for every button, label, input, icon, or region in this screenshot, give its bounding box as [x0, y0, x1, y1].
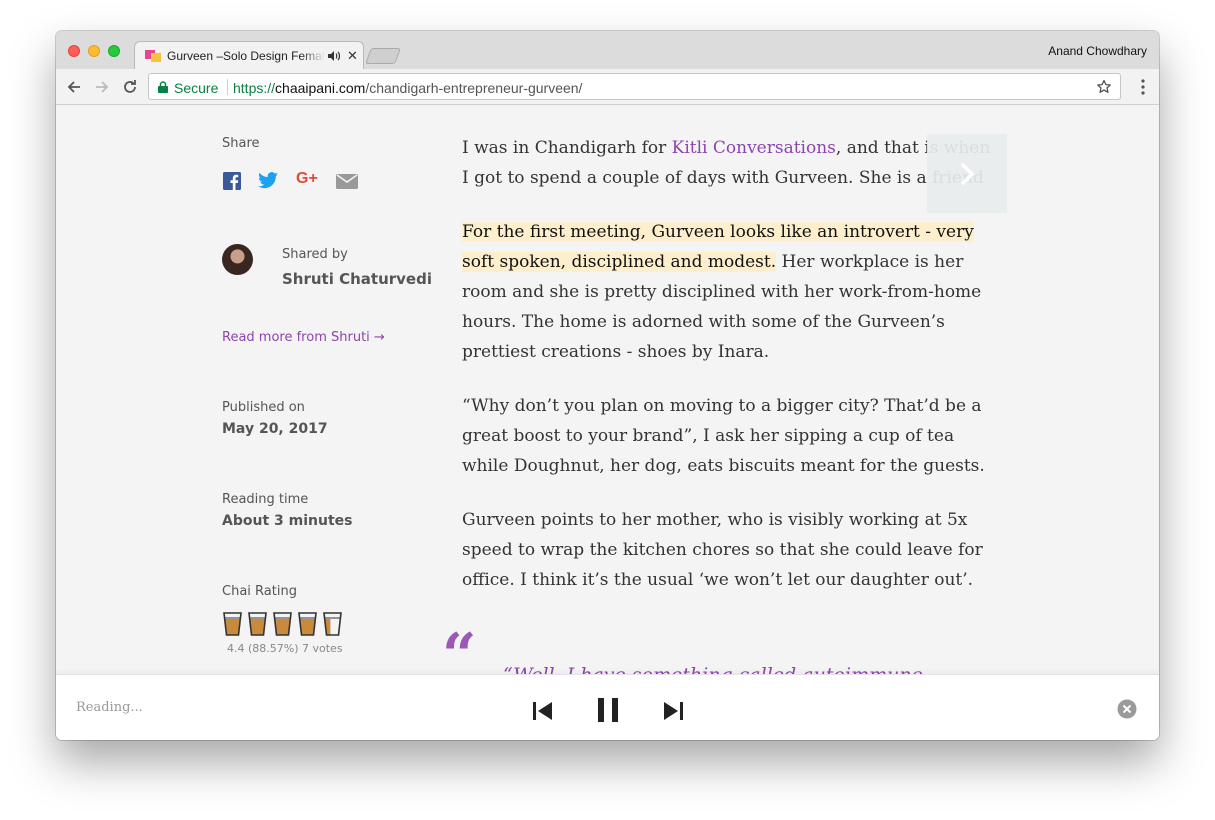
- facebook-icon[interactable]: [222, 172, 242, 190]
- site-favicon-icon: [145, 50, 161, 62]
- chai-rating-cups[interactable]: [222, 611, 343, 637]
- published-label: Published on: [222, 400, 305, 415]
- article-paragraph: For the first meeting, Gurveen looks lik…: [462, 217, 1002, 367]
- published-date: May 20, 2017: [222, 421, 328, 437]
- browser-tab[interactable]: Gurveen –Solo Design Female Entrepreneur…: [134, 41, 364, 70]
- new-tab-button[interactable]: [365, 48, 401, 64]
- audio-player-bar: Reading...: [56, 674, 1159, 740]
- article-paragraph: “Why don’t you plan on moving to a bigge…: [462, 396, 985, 476]
- share-label: Share: [222, 136, 260, 151]
- email-icon[interactable]: [336, 172, 358, 190]
- reading-time-label: Reading time: [222, 492, 309, 507]
- chai-cup-icon[interactable]: [222, 611, 243, 637]
- twitter-icon[interactable]: [257, 172, 279, 190]
- article-paragraph: Gurveen points to her mother, who is vis…: [462, 510, 983, 590]
- bookmark-star-icon[interactable]: [1096, 79, 1112, 95]
- tab-strip: Gurveen –Solo Design Female Entrepreneur…: [56, 31, 1159, 70]
- chevron-right-icon: [961, 163, 974, 185]
- secure-label: Secure: [174, 80, 219, 96]
- chai-cup-icon[interactable]: [247, 611, 268, 637]
- page-content: Share G+ Shared by Shruti Chaturvedi Rea…: [56, 106, 1159, 674]
- close-window-button[interactable]: [68, 45, 80, 57]
- kitli-conversations-link[interactable]: Kitli Conversations: [672, 138, 836, 158]
- url-host: chaaipani.com: [275, 80, 366, 96]
- close-tab-icon[interactable]: ✕: [347, 48, 358, 64]
- quote-mark-icon: “: [442, 621, 477, 674]
- rating-summary: 4.4 (88.57%) 7 votes: [227, 642, 343, 655]
- minimize-window-button[interactable]: [88, 45, 100, 57]
- url-scheme: https://: [233, 80, 276, 96]
- skip-previous-icon[interactable]: [532, 701, 554, 721]
- chai-cup-icon[interactable]: [297, 611, 318, 637]
- more-menu-icon[interactable]: [1141, 79, 1145, 95]
- chai-rating-label: Chai Rating: [222, 584, 297, 599]
- url-path: /chandigarh-entrepreneur-gurveen/: [365, 80, 583, 96]
- skip-next-icon[interactable]: [662, 701, 684, 721]
- audio-playing-icon[interactable]: [327, 49, 341, 63]
- article-paragraph: I was in Chandigarh for Kitli Conversati…: [462, 133, 1002, 193]
- google-plus-icon[interactable]: G+: [296, 170, 322, 188]
- article-body: I was in Chandigarh for Kitli Conversati…: [462, 133, 1002, 619]
- author-name[interactable]: Shruti Chaturvedi: [282, 270, 432, 288]
- browser-window: Gurveen –Solo Design Female Entrepreneur…: [56, 31, 1159, 740]
- browser-toolbar: Secure https://chaaipani.com/chandigarh-…: [56, 69, 1159, 105]
- tab-title: Gurveen –Solo Design Female Entrepreneur: [167, 49, 325, 63]
- pause-icon[interactable]: [596, 697, 620, 723]
- url-text[interactable]: https://chaaipani.com/chandigarh-entrepr…: [233, 80, 582, 96]
- chai-cup-icon[interactable]: [272, 611, 293, 637]
- profile-name[interactable]: Anand Chowdhary: [1048, 44, 1147, 58]
- forward-arrow-icon[interactable]: [93, 78, 111, 96]
- chai-cup-icon[interactable]: [322, 611, 343, 637]
- reading-time-value: About 3 minutes: [222, 513, 353, 529]
- back-arrow-icon[interactable]: [65, 78, 83, 96]
- read-more-link[interactable]: Read more from Shruti →: [222, 330, 385, 345]
- shared-by-label: Shared by: [282, 247, 348, 262]
- lock-icon: [158, 81, 168, 93]
- player-status: Reading...: [76, 700, 143, 715]
- address-bar[interactable]: Secure https://chaaipani.com/chandigarh-…: [148, 73, 1121, 100]
- pull-quote: “Well, I have something called autoimmun…: [503, 660, 973, 674]
- paragraph-text: I was in Chandigarh for: [462, 138, 672, 158]
- omnibox-divider: [227, 79, 228, 95]
- next-article-button[interactable]: [927, 134, 1007, 213]
- reload-icon[interactable]: [121, 78, 139, 96]
- close-player-icon[interactable]: [1117, 699, 1137, 719]
- zoom-window-button[interactable]: [108, 45, 120, 57]
- author-avatar[interactable]: [222, 244, 253, 275]
